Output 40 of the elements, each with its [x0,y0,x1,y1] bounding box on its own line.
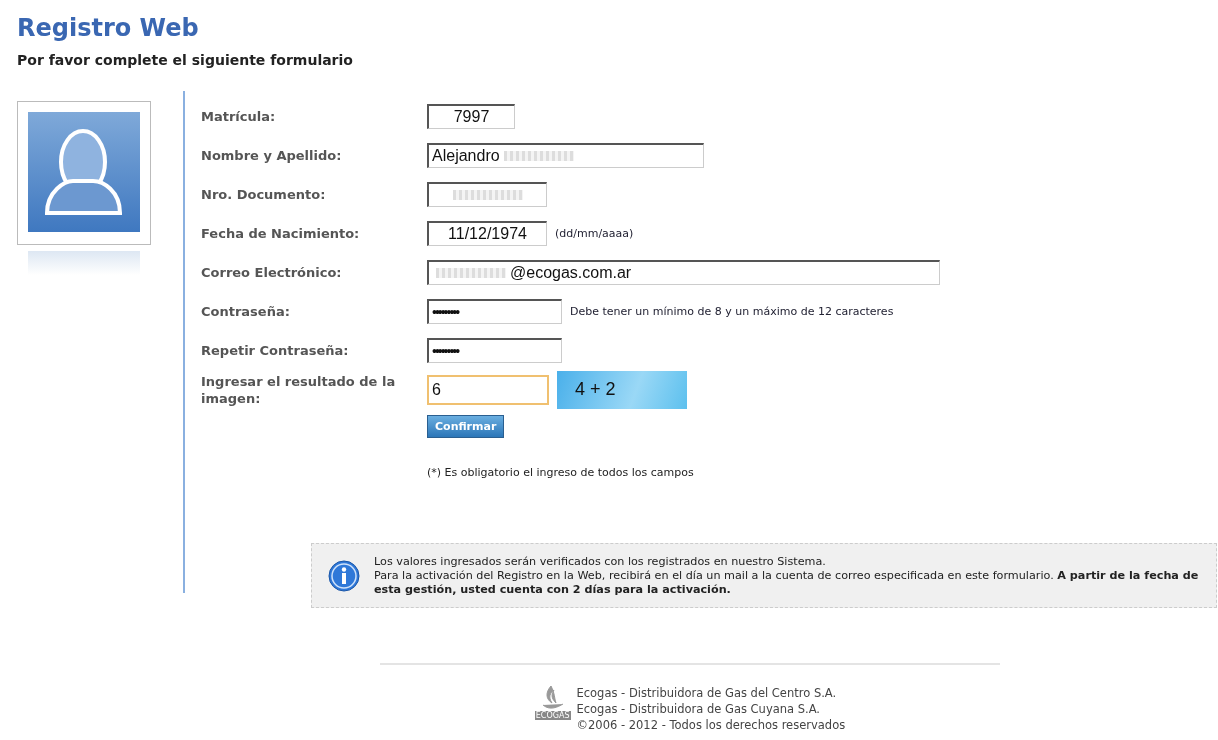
field-hint: (dd/mm/aaaa) [555,227,634,240]
input-field[interactable]: @ecogas.com.ar [427,260,940,285]
page-subtitle: Por favor complete el siguiente formulario [17,52,354,68]
field-label: Nombre y Apellido: [201,147,343,164]
field-value: 7997 [453,108,490,126]
input-field[interactable] [427,182,547,207]
input-field[interactable]: 6 [427,374,549,405]
input-field[interactable]: ••••••••• [427,338,562,363]
field-label: Nro. Documento: [201,186,327,203]
input-field[interactable]: 11/12/1974 [427,221,547,246]
field-value: @ecogas.com.ar [510,264,632,282]
info-text: Los valores ingresados serán verificados con los registrados en nuestro Sistema. [374,554,827,569]
field-value: ••••••••• [432,304,459,320]
user-avatar-icon [17,101,151,245]
footer-text: Ecogas - Distribuidora de Gas del Centro S.A. [576,685,838,701]
info-icon [328,559,360,592]
field-value: Alejandro [432,147,500,165]
input-field[interactable]: Alejandro [427,143,704,168]
blurred-text [452,190,523,200]
required-note: (*) Es obligatorio el ingreso de todos los campos [427,466,695,479]
input-field[interactable]: 7997 [427,104,515,129]
captcha-image: 4 + 2 [557,370,687,409]
footer-text: ©2006 - 2012 - Todos los derechos reservados [576,717,846,733]
field-label: Correo Electrónico: [201,264,343,281]
blurred-text [436,268,506,278]
field-label: Ingresar el resultado de la imagen: [201,372,397,407]
field-label: Contraseña: [201,303,291,320]
info-text: Para la activación del Registro en la Web, recibirá en el día un mail a la cuenta de correo especificada en este formulario. A partir de la fecha de esta gestión, usted cuenta con 2 días para la activación. [374,568,1200,597]
blurred-text [503,151,574,161]
field-value: ••••••••• [432,343,459,359]
field-value: 11/12/1974 [448,225,527,243]
field-label: Matrícula: [201,108,277,125]
field-label: Repetir Contraseña: [201,342,350,359]
footer-text: Ecogas - Distribuidora de Gas Cuyana S.A. [576,701,822,717]
field-label: Fecha de Nacimiento: [201,225,361,242]
input-field[interactable]: ••••••••• [427,299,562,324]
field-hint: Debe tener un mínimo de 8 y un máximo de 12 caracteres [570,305,894,318]
company-logo: ECOGAS [534,685,571,733]
page-title: Registro Web [17,13,200,44]
field-value: 6 [432,380,441,399]
